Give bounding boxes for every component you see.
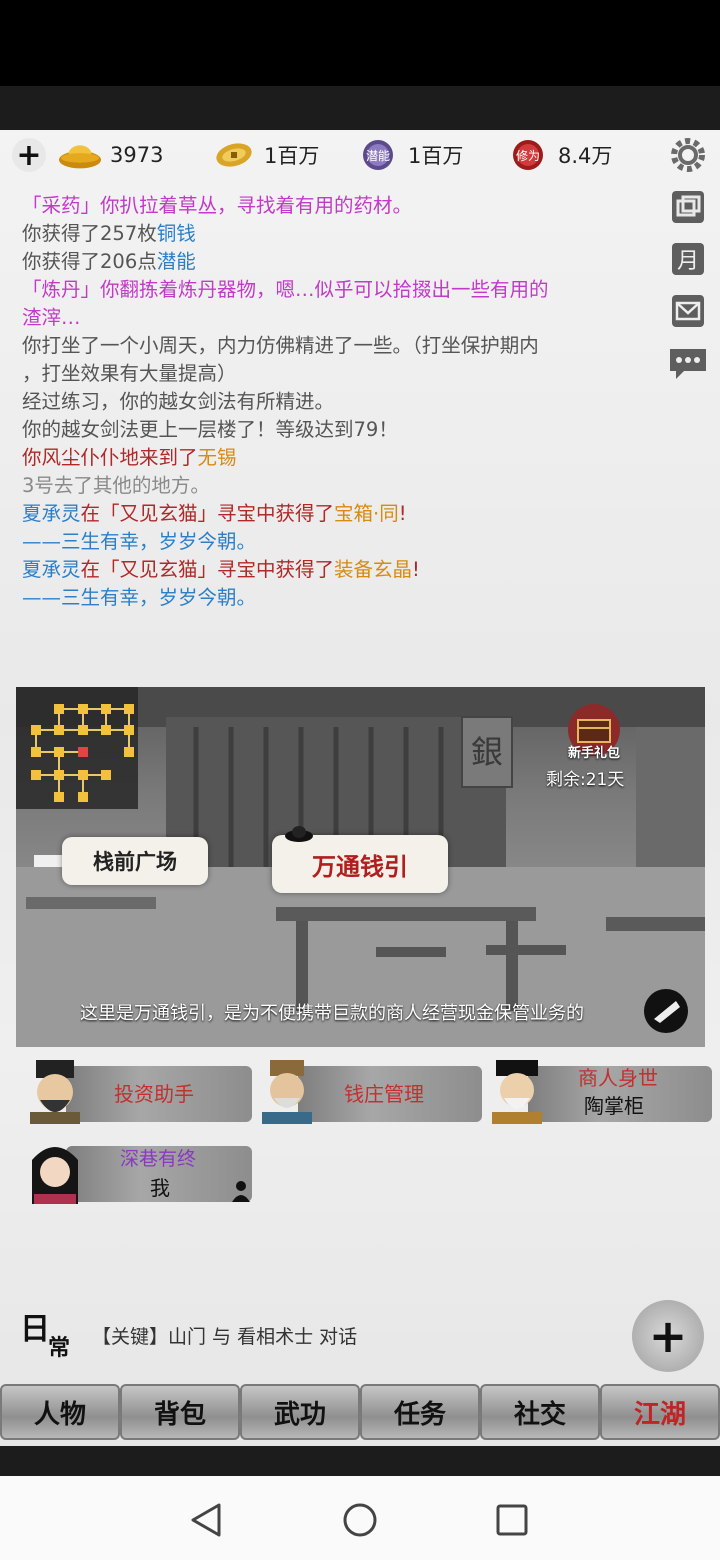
log-line: 渣滓…: [22, 306, 81, 329]
log-line: 夏承灵在「又见玄猫」寻宝中获得了装备玄晶!: [22, 558, 420, 581]
recents-square-icon: [496, 1504, 528, 1536]
npc-name: 陶掌柜: [584, 1094, 644, 1118]
status-bar: [0, 0, 720, 86]
tab-character[interactable]: 人物: [0, 1384, 120, 1440]
svg-text:銀: 銀: [471, 733, 503, 771]
log-line: 你风尘仆仆地来到了无锡: [22, 446, 237, 469]
log-line: 你获得了257枚铜钱: [22, 222, 196, 245]
add-resource-button[interactable]: +: [12, 137, 46, 173]
log-line: 你获得了206点潜能: [22, 250, 196, 273]
npc-title: 商人身世: [578, 1066, 658, 1090]
resource-gold[interactable]: 3973: [58, 138, 163, 172]
daily-label-1: 日: [20, 1312, 50, 1347]
player-title: 深巷有终: [120, 1148, 197, 1170]
resource-copper[interactable]: 1百万: [212, 138, 319, 172]
cultivation-icon: 修为: [506, 140, 550, 170]
home-button[interactable]: [338, 1498, 382, 1542]
tab-martial-arts[interactable]: 武功: [240, 1384, 360, 1440]
log-line: 你打坐了一个小周天，内力仿佛精进了一些。（打坐保护期内: [22, 334, 539, 357]
location-current[interactable]: 万通钱引: [272, 835, 448, 893]
minimap-graph: [31, 704, 134, 802]
npc-label: 钱庄管理: [344, 1082, 424, 1106]
home-circle-icon: [343, 1503, 377, 1537]
mail-icon: [672, 295, 704, 327]
svg-text:修为: 修为: [516, 148, 540, 163]
recents-button[interactable]: [490, 1498, 534, 1542]
window-button[interactable]: [665, 186, 711, 228]
gear-icon: [671, 138, 705, 172]
potential-value: 1百万: [408, 144, 464, 168]
log-line: 3号去了其他的地方。: [22, 474, 210, 497]
log-line: 「采药」你扒拉着草丛，寻找着有用的药材。: [22, 194, 413, 217]
settings-button[interactable]: [665, 134, 711, 176]
log-line: 经过练习，你的越女剑法有所精进。: [22, 390, 335, 413]
bottom-band: [0, 1446, 720, 1476]
npc-invest-assistant[interactable]: 投资助手: [24, 1060, 252, 1124]
minimap[interactable]: [16, 687, 138, 809]
resource-potential[interactable]: 潜能 1百万: [356, 138, 463, 172]
scene-description: 这里是万通钱引，是为不便携带巨款的商人经营现金保管业务的: [80, 1003, 584, 1024]
copper-coin-icon: [212, 140, 256, 170]
gold-ingot-icon: [58, 140, 102, 170]
daily-button[interactable]: 日 常: [18, 1300, 82, 1361]
mail-button[interactable]: [665, 290, 711, 332]
resource-bar: + 3973 1百万 潜能 1百万 修为 8.4万: [0, 130, 720, 180]
copper-value: 1百万: [264, 144, 320, 168]
chat-icon: [670, 349, 706, 379]
daily-label-2: 常: [48, 1335, 71, 1361]
cultivation-value: 8.4万: [558, 144, 613, 168]
location-current-label: 万通钱引: [312, 851, 408, 881]
chat-button[interactable]: [665, 342, 711, 384]
log-line: ——三生有幸，岁岁今朝。: [22, 586, 257, 609]
npc-merchant-tao[interactable]: 商人身世 陶掌柜: [486, 1060, 712, 1124]
message-log[interactable]: 「采药」你扒拉着草丛，寻找着有用的药材。 你获得了257枚铜钱 你获得了206点…: [22, 192, 632, 612]
potential-icon: 潜能: [356, 140, 400, 170]
svg-text:月: 月: [677, 249, 699, 274]
npc-label: 投资助手: [114, 1082, 194, 1106]
system-nav-bar: [0, 1476, 720, 1560]
person-icon: [232, 1181, 250, 1202]
gift-remaining: 剩余:21天: [546, 770, 625, 790]
tab-social[interactable]: 社交: [480, 1384, 600, 1440]
gift-label: 新手礼包: [567, 746, 620, 761]
npc-portrait-icon: [30, 1060, 80, 1124]
log-line: ——三生有幸，岁岁今朝。: [22, 530, 257, 553]
ingot-icon: [285, 826, 313, 842]
game-screen: + 3973 1百万 潜能 1百万 修为 8.4万 月 「采药」你扒拉着草丛，寻…: [0, 130, 720, 1446]
newbie-gift-button[interactable]: 新手礼包: [562, 702, 626, 762]
location-prev-button[interactable]: 栈前广场: [62, 837, 208, 885]
window-icon: [672, 191, 704, 223]
svg-text:潜能: 潜能: [366, 149, 390, 163]
log-line: 你的越女剑法更上一层楼了！等级达到79！: [22, 418, 398, 441]
ink-brush-icon[interactable]: [636, 985, 696, 1037]
month-button[interactable]: 月: [665, 238, 711, 280]
month-icon: 月: [672, 243, 704, 275]
top-band: [0, 86, 720, 130]
log-line: 夏承灵在「又见玄猫」寻宝中获得了宝箱·同!: [22, 502, 407, 525]
npc-portrait-icon: [262, 1060, 312, 1124]
plus-icon: +: [16, 137, 42, 173]
tab-backpack[interactable]: 背包: [120, 1384, 240, 1440]
back-triangle-icon: [191, 1503, 221, 1537]
quest-hint[interactable]: 【关键】山门 与 看相术士 对话: [92, 1322, 357, 1349]
npc-bank-manager[interactable]: 钱庄管理: [256, 1060, 482, 1124]
player-name: 我: [150, 1176, 170, 1200]
back-button[interactable]: [184, 1498, 228, 1542]
tab-jianghu[interactable]: 江湖: [600, 1384, 720, 1440]
tab-quests[interactable]: 任务: [360, 1384, 480, 1440]
main-tab-bar: 人物 背包 武功 任务 社交 江湖: [0, 1384, 720, 1440]
log-line: 「炼丹」你翻拣着炼丹器物，嗯…似乎可以拾掇出一些有用的: [22, 278, 549, 301]
log-line: ，打坐效果有大量提高）: [22, 362, 237, 385]
scene-view[interactable]: 銀 栈前广场 万通钱引 新手礼包 剩余:21天 这里是万通钱引，是为不便携带巨款…: [16, 687, 705, 1047]
expand-button[interactable]: +: [632, 1300, 704, 1372]
plus-icon: +: [648, 1309, 688, 1363]
resource-cultivation[interactable]: 修为 8.4万: [506, 138, 612, 172]
location-prev-label: 栈前广场: [93, 849, 177, 874]
player-portrait-icon: [32, 1147, 78, 1204]
gold-value: 3973: [110, 143, 164, 167]
player-character[interactable]: 深巷有终 我: [24, 1140, 252, 1204]
npc-portrait-icon: [492, 1060, 542, 1124]
